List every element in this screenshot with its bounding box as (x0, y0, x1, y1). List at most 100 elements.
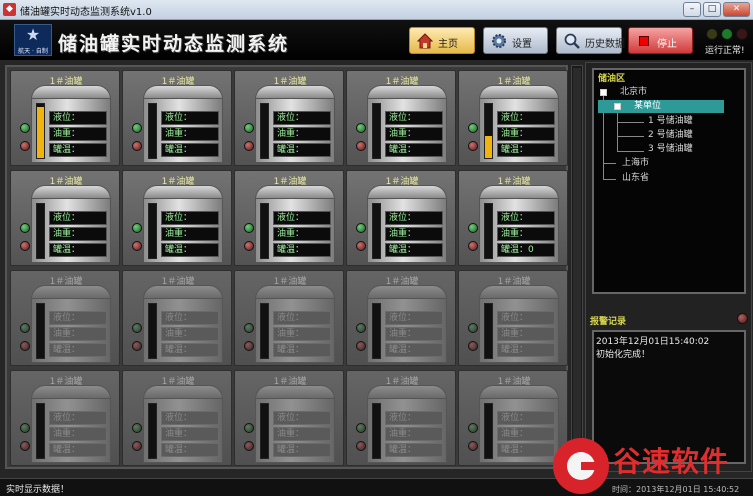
tank-level-readout: 液位： (385, 211, 443, 225)
oil-tank-card[interactable]: 1＃油罐 液位： 油重： 罐温： (234, 70, 344, 166)
tank-ok-led (244, 423, 254, 433)
tank-level-gauge (372, 303, 381, 359)
minimize-button[interactable]: – (683, 2, 701, 17)
tank-weight-readout: 油重： (49, 327, 107, 341)
tank-temp-readout: 罐温： (273, 243, 331, 257)
tank-weight-readout: 油重： (49, 127, 107, 141)
tank-level-gauge (484, 303, 493, 359)
tank-level-fill (37, 106, 44, 158)
oil-tank-card[interactable]: 1＃油罐 液位： 油重： 罐温： (10, 70, 120, 166)
app-header: ★ 航天 · 自制 储油罐实时动态监测系统 主页 设置 历史数据 停止 运行正常… (0, 20, 753, 60)
scrollbar-thumb[interactable] (573, 68, 581, 466)
tank-alarm-led (244, 241, 254, 251)
tank-alarm-led (468, 241, 478, 251)
tank-weight-readout: 油重： (49, 227, 107, 241)
tank-level-readout: 液位： (49, 311, 107, 325)
tank-roof (367, 185, 447, 199)
tank-level-readout: 液位： (161, 311, 219, 325)
settings-button-label: 设置 (512, 39, 532, 50)
tank-roof (31, 185, 111, 199)
tree-expander-unit[interactable] (614, 103, 621, 110)
oil-tank-card[interactable]: 1＃油罐 液位： 油重： 罐温： (10, 370, 120, 466)
tank-temp-readout: 罐温： (273, 143, 331, 157)
stop-button[interactable]: 停止 (628, 27, 693, 54)
tree-node-beijing[interactable]: 北京市 (620, 86, 647, 99)
alarm-log-title: 报警记录 (590, 317, 627, 327)
tank-level-gauge (260, 303, 269, 359)
oil-tank-card[interactable]: 1＃油罐 液位： 油重： 罐温： (458, 70, 568, 166)
tree-node-shanghai[interactable]: 上海市 (622, 157, 649, 170)
oil-tank-card[interactable]: 1＃油罐 液位： 油重： 罐温： (346, 370, 456, 466)
tank-roof (255, 185, 335, 199)
oil-tank-card[interactable]: 1＃油罐 液位： 油重： 罐温： (234, 270, 344, 366)
tree-node-tank1[interactable]: 1 号储油罐 (648, 115, 693, 128)
oil-tank-card[interactable]: 1＃油罐 液位： 油重： 罐温： (346, 70, 456, 166)
stop-icon (635, 32, 653, 50)
tank-grid-scrollbar[interactable] (571, 65, 583, 469)
tank-ok-led (132, 123, 142, 133)
tank-alarm-led (244, 441, 254, 451)
oil-tank-card[interactable]: 1＃油罐 液位： 油重： 罐温： (122, 270, 232, 366)
status-lamp-green (721, 28, 733, 40)
tank-ok-led (132, 423, 142, 433)
tank-weight-readout: 油重： (161, 427, 219, 441)
oil-tank-card[interactable]: 1＃油罐 液位： 油重： 罐温： (458, 370, 568, 466)
oil-tank-card[interactable]: 1＃油罐 液位： 油重： 罐温： (234, 170, 344, 266)
tank-roof (31, 85, 111, 99)
maximize-button[interactable]: □ (703, 2, 721, 17)
tank-level-readout: 液位： (385, 111, 443, 125)
oil-tank-card[interactable]: 1＃油罐 液位： 油重： 罐温： (10, 270, 120, 366)
tank-roof (255, 385, 335, 399)
home-button[interactable]: 主页 (409, 27, 475, 54)
tree-node-tank3[interactable]: 3 号储油罐 (648, 143, 693, 156)
title-bar: ◆ 储油罐实时动态监测系统v1.0 – □ ✕ (0, 0, 753, 20)
tank-level-gauge (484, 203, 493, 259)
tank-alarm-led (244, 341, 254, 351)
tank-level-gauge (260, 203, 269, 259)
tank-temp-readout: 罐温： (161, 343, 219, 357)
tank-level-readout: 液位： (273, 311, 331, 325)
tree-node-shandong[interactable]: 山东省 (622, 172, 649, 185)
close-button[interactable]: ✕ (723, 2, 750, 17)
oil-tank-card[interactable]: 1＃油罐 液位： 油重： 罐温： (234, 370, 344, 466)
oil-tank-card[interactable]: 1＃油罐 液位： 油重： 罐温： (122, 370, 232, 466)
tank-level-gauge (372, 203, 381, 259)
home-button-label: 主页 (438, 39, 458, 50)
tree-node-tank2[interactable]: 2 号储油罐 (648, 129, 693, 142)
alarm-log-line: 2013年12月01日15:40:02 (596, 337, 710, 347)
tank-level-gauge (484, 103, 493, 159)
oil-tank-card[interactable]: 1＃油罐 液位： 油重： 罐温：0 (458, 170, 568, 266)
tank-alarm-led (20, 341, 30, 351)
status-lamp-yellow (706, 28, 718, 40)
tank-roof (479, 185, 559, 199)
oil-tank-card[interactable]: 1＃油罐 液位： 油重： 罐温： (122, 70, 232, 166)
window-title: 储油罐实时动态监测系统v1.0 (20, 7, 152, 18)
tank-ok-led (356, 423, 366, 433)
tank-roof (143, 385, 223, 399)
tank-temp-readout: 罐温： (49, 243, 107, 257)
history-data-button[interactable]: 历史数据 (556, 27, 625, 54)
tank-level-gauge (36, 103, 45, 159)
settings-button[interactable]: 设置 (483, 27, 548, 54)
tank-level-gauge (260, 103, 269, 159)
oil-tank-card[interactable]: 1＃油罐 液位： 油重： 罐温： (346, 270, 456, 366)
oil-tank-card[interactable]: 1＃油罐 液位： 油重： 罐温： (10, 170, 120, 266)
tank-weight-readout: 油重： (273, 427, 331, 441)
tank-temp-readout: 罐温： (49, 343, 107, 357)
oil-tank-card[interactable]: 1＃油罐 液位： 油重： 罐温： (122, 170, 232, 266)
tank-level-gauge (260, 403, 269, 459)
tank-roof (143, 285, 223, 299)
oil-tank-card[interactable]: 1＃油罐 液位： 油重： 罐温： (458, 270, 568, 366)
run-status-text: 运行正常! (705, 46, 745, 56)
oil-tank-card[interactable]: 1＃油罐 液位： 油重： 罐温： (346, 170, 456, 266)
tank-roof (367, 385, 447, 399)
tank-roof (479, 85, 559, 99)
status-lamps (706, 28, 750, 42)
tree-node-unit[interactable]: 某单位 (634, 100, 661, 113)
tank-ok-led (20, 123, 30, 133)
tree-expander-beijing[interactable] (600, 89, 607, 96)
main-window: ◆ 储油罐实时动态监测系统v1.0 – □ ✕ ★ 航天 · 自制 储油罐实时动… (0, 0, 753, 496)
tank-level-readout: 液位： (161, 411, 219, 425)
tank-level-readout: 液位： (273, 411, 331, 425)
tank-level-gauge (148, 303, 157, 359)
